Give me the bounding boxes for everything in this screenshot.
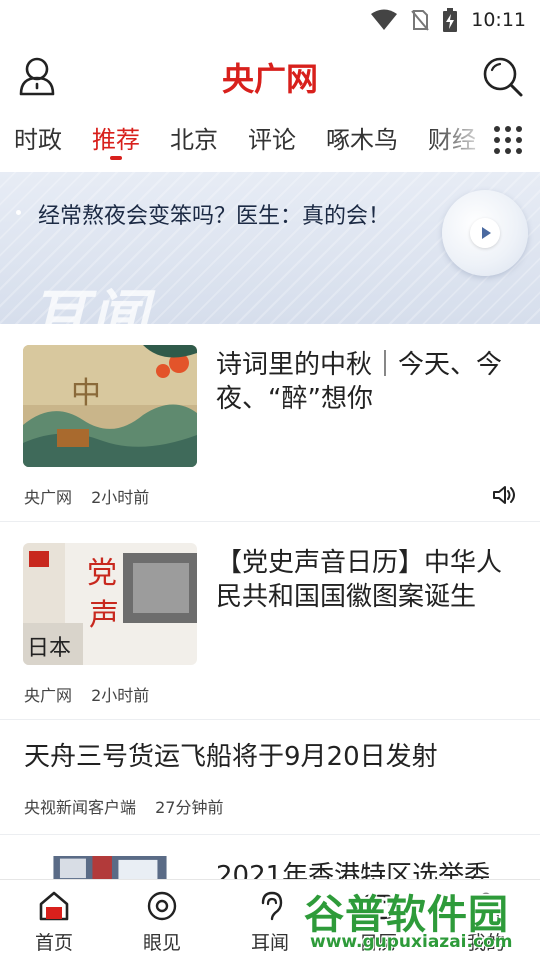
ear-icon bbox=[261, 891, 283, 921]
banner-bullet bbox=[16, 210, 21, 215]
calendar-icon bbox=[364, 894, 392, 920]
no-sim-icon bbox=[411, 10, 429, 31]
tab-list: 时政 推荐 北京 评论 啄木鸟 财经 bbox=[14, 112, 484, 170]
nav-calendar[interactable]: 日历 bbox=[324, 880, 432, 960]
tab-beijing[interactable]: 北京 bbox=[170, 112, 218, 170]
nav-ear[interactable]: 耳闻 bbox=[216, 880, 324, 960]
nav-label: 我的 bbox=[466, 932, 505, 954]
news-source: 央广网 bbox=[24, 488, 73, 507]
svg-text:日本: 日本 bbox=[27, 636, 71, 661]
news-title: 【党史声音日历】中华人民共和国国徽图案诞生 bbox=[216, 548, 503, 612]
status-bar: 10:11 bbox=[0, 0, 540, 40]
news-meta: 央广网 2小时前 bbox=[24, 682, 163, 706]
eye-icon bbox=[147, 891, 177, 921]
news-meta: 央广网 2小时前 bbox=[24, 484, 163, 508]
news-time: 27分钟前 bbox=[155, 798, 224, 817]
bottom-nav: 首页 眼见 耳闻 日历 我的 bbox=[0, 879, 540, 960]
profile-icon bbox=[472, 892, 500, 920]
nav-profile[interactable]: 我的 bbox=[432, 880, 540, 960]
news-title: 天舟三号货运飞船将于9月20日发射 bbox=[24, 742, 438, 772]
banner-watermark: 耳闻 bbox=[30, 283, 151, 324]
news-list: 中 诗词里的中秋｜今天、今夜、“醉”想你 央广网 2小时前 日本 党 声 【党史… bbox=[0, 324, 540, 895]
news-item[interactable]: 天舟三号货运飞船将于9月20日发射 央视新闻客户端 27分钟前 bbox=[0, 720, 540, 835]
tab-fade bbox=[430, 112, 490, 170]
app-header: 央广网 bbox=[0, 40, 540, 112]
news-item[interactable]: 中 诗词里的中秋｜今天、今夜、“醉”想你 央广网 2小时前 bbox=[0, 324, 540, 522]
news-source: 央视新闻客户端 bbox=[24, 798, 137, 817]
wifi-icon bbox=[371, 9, 398, 30]
audio-banner[interactable]: 经常熬夜会变笨吗？医生：真的会！ 耳闻 bbox=[0, 172, 540, 324]
nav-label: 耳闻 bbox=[250, 932, 289, 954]
play-disc[interactable] bbox=[442, 190, 528, 276]
nav-eye[interactable]: 眼见 bbox=[108, 880, 216, 960]
news-time: 2小时前 bbox=[91, 488, 150, 507]
app-logo: 央广网 bbox=[221, 60, 318, 98]
nav-label: 眼见 bbox=[142, 932, 181, 954]
nav-label: 首页 bbox=[34, 932, 73, 954]
channel-tabs: 时政 推荐 北京 评论 啄木鸟 财经 bbox=[0, 112, 540, 170]
search-icon[interactable] bbox=[482, 56, 524, 98]
home-icon bbox=[39, 891, 69, 921]
banner-headline: 经常熬夜会变笨吗？医生：真的会！ bbox=[38, 204, 391, 229]
news-title: 诗词里的中秋｜今天、今夜、“醉”想你 bbox=[216, 350, 503, 414]
news-meta: 央视新闻客户端 27分钟前 bbox=[24, 794, 237, 818]
svg-text:中: 中 bbox=[71, 376, 101, 411]
battery-charging-icon bbox=[443, 8, 458, 32]
tab-politics[interactable]: 时政 bbox=[14, 112, 62, 170]
news-thumbnail: 中 bbox=[23, 345, 197, 467]
tab-commentary[interactable]: 评论 bbox=[248, 112, 296, 170]
news-item[interactable]: 日本 党 声 【党史声音日历】中华人民共和国国徽图案诞生 央广网 2小时前 bbox=[0, 522, 540, 720]
play-icon[interactable] bbox=[470, 218, 500, 248]
svg-text:党: 党 bbox=[87, 556, 117, 591]
tab-woodpecker[interactable]: 啄木鸟 bbox=[326, 112, 398, 170]
speaker-icon[interactable] bbox=[492, 484, 518, 506]
nav-label: 日历 bbox=[358, 932, 397, 954]
news-source: 央广网 bbox=[24, 686, 73, 705]
svg-text:声: 声 bbox=[89, 598, 119, 633]
news-thumbnail: 日本 党 声 bbox=[23, 543, 197, 665]
news-time: 2小时前 bbox=[91, 686, 150, 705]
tab-recommended[interactable]: 推荐 bbox=[92, 112, 140, 170]
status-time: 10:11 bbox=[471, 9, 526, 31]
grid-icon[interactable] bbox=[494, 126, 522, 154]
nav-home[interactable]: 首页 bbox=[0, 880, 108, 960]
